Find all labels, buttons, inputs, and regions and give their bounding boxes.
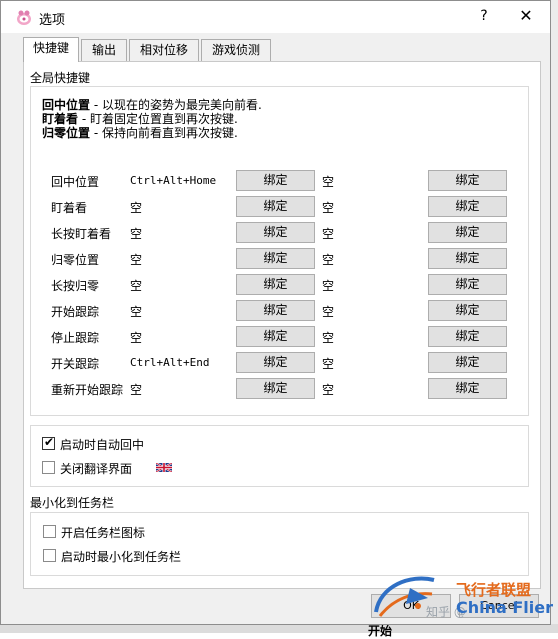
tab-output[interactable]: 输出 [81, 39, 127, 61]
bind-primary-button[interactable]: 绑定 [236, 196, 315, 217]
enable-tray-icon-checkbox[interactable] [43, 525, 56, 538]
auto-center-checkbox[interactable]: ✔ [42, 435, 55, 450]
bind-primary-button[interactable]: 绑定 [236, 274, 315, 295]
bind-secondary-button[interactable]: 绑定 [428, 222, 507, 243]
close-translation-checkbox[interactable] [42, 461, 55, 474]
bind-primary-button[interactable]: 绑定 [236, 248, 315, 269]
hotkey-label: 回中位置 [51, 175, 100, 189]
bind-primary-button[interactable]: 绑定 [236, 326, 315, 347]
bind-secondary-button[interactable]: 绑定 [428, 378, 507, 399]
hotkey-label: 长按盯着看 [51, 227, 112, 241]
startup-options-group [30, 425, 529, 487]
hotkey-secondary-value: 空 [322, 227, 335, 241]
hotkey-primary-value: Ctrl+Alt+End [130, 356, 210, 369]
enable-tray-icon-label[interactable]: 开启任务栏图标 [61, 524, 145, 541]
hotkey-label: 开关跟踪 [51, 357, 100, 371]
description-text: - 保持向前看直到再次按键. [90, 126, 238, 140]
tab-game-detection[interactable]: 游戏侦测 [201, 39, 271, 61]
hotkey-label: 停止跟踪 [51, 331, 100, 345]
hotkey-primary-value: 空 [130, 201, 143, 215]
hotkey-primary-value: 空 [130, 253, 143, 267]
tray-title: 最小化到任务栏 [30, 496, 115, 510]
hotkey-primary-value: Ctrl+Alt+Home [130, 174, 217, 187]
hotkey-secondary-value: 空 [322, 331, 335, 345]
hotkey-label: 开始跟踪 [51, 305, 100, 319]
options-dialog: 选项 ? ✕ 快捷键 输出 相对位移 游戏侦测 全局快捷键 回中位置 - 以现在… [0, 0, 551, 625]
bind-secondary-button[interactable]: 绑定 [428, 170, 507, 191]
description-center: 回中位置 - 以现在的姿势为最完美向前看. [42, 98, 262, 112]
bind-secondary-button[interactable]: 绑定 [428, 352, 507, 373]
help-button[interactable]: ? [471, 4, 497, 28]
hotkey-primary-value: 空 [130, 331, 143, 345]
auto-center-label[interactable]: 启动时自动回中 [60, 436, 144, 453]
hotkey-secondary-value: 空 [322, 201, 335, 215]
hotkey-primary-value: 空 [130, 383, 143, 397]
close-translation-label[interactable]: 关闭翻译界面 [60, 460, 132, 477]
description-term: 回中位置 [42, 98, 91, 112]
hotkey-secondary-value: 空 [322, 357, 335, 371]
background-strip [0, 624, 558, 633]
close-button[interactable]: ✕ [513, 4, 539, 28]
description-term: 盯着看 [42, 112, 79, 126]
hotkey-primary-value: 空 [130, 279, 143, 293]
hotkey-secondary-value: 空 [322, 383, 335, 397]
title-bar[interactable]: 选项 ? ✕ [1, 1, 550, 33]
hotkey-label: 重新开始跟踪 [51, 383, 124, 397]
hotkey-label: 归零位置 [51, 253, 100, 267]
description-term: 归零位置 [42, 126, 91, 140]
hotkey-primary-value: 空 [130, 227, 143, 241]
global-hotkeys-title: 全局快捷键 [30, 71, 91, 85]
bind-secondary-button[interactable]: 绑定 [428, 300, 507, 321]
tab-hotkeys[interactable]: 快捷键 [23, 37, 79, 62]
hotkey-secondary-value: 空 [322, 253, 335, 267]
bind-primary-button[interactable]: 绑定 [236, 352, 315, 373]
description-text: - 以现在的姿势为最完美向前看. [90, 98, 262, 112]
tray-group [30, 512, 529, 576]
description-stare: 盯着看 - 盯着固定位置直到再次按键. [42, 112, 238, 126]
watermark-brand-en: China Flier [456, 598, 554, 617]
bind-primary-button[interactable]: 绑定 [236, 300, 315, 321]
hotkey-secondary-value: 空 [322, 175, 335, 189]
hotkey-secondary-value: 空 [322, 279, 335, 293]
window-title: 选项 [39, 13, 66, 28]
hotkey-primary-value: 空 [130, 305, 143, 319]
app-icon [17, 10, 31, 25]
bind-secondary-button[interactable]: 绑定 [428, 274, 507, 295]
bind-primary-button[interactable]: 绑定 [236, 170, 315, 191]
tab-relative-translation[interactable]: 相对位移 [129, 39, 199, 61]
bind-secondary-button[interactable]: 绑定 [428, 196, 507, 217]
description-text: - 盯着固定位置直到再次按键. [78, 112, 238, 126]
start-minimized-label[interactable]: 启动时最小化到任务栏 [61, 548, 181, 565]
bind-secondary-button[interactable]: 绑定 [428, 326, 507, 347]
watermark-brand-cn: 飞行者联盟 [456, 581, 532, 599]
bind-primary-button[interactable]: 绑定 [236, 378, 315, 399]
hotkey-label: 盯着看 [51, 201, 88, 215]
bind-secondary-button[interactable]: 绑定 [428, 248, 507, 269]
start-minimized-checkbox[interactable] [43, 549, 56, 562]
hotkey-label: 长按归零 [51, 279, 100, 293]
hotkey-secondary-value: 空 [322, 305, 335, 319]
uk-flag-icon [156, 463, 172, 472]
description-zero: 归零位置 - 保持向前看直到再次按键. [42, 126, 238, 140]
bind-primary-button[interactable]: 绑定 [236, 222, 315, 243]
checkmark-icon: ✔ [44, 435, 55, 449]
